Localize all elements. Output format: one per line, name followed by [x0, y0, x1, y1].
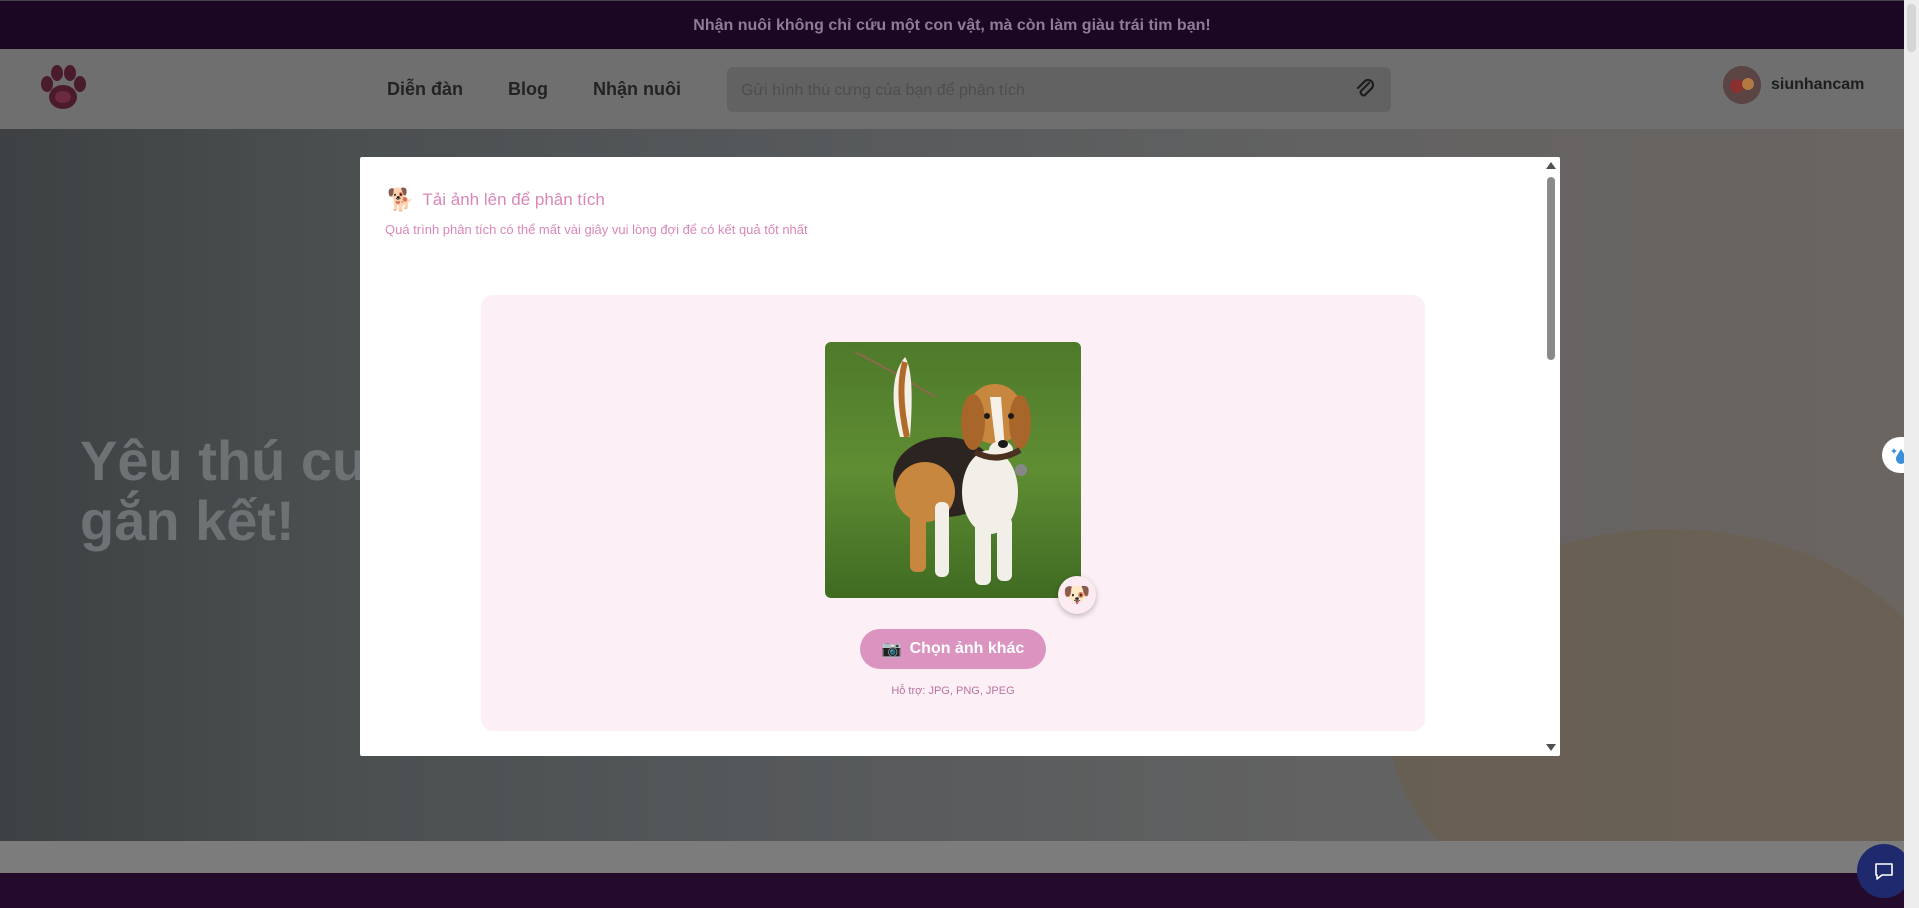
- modal-scrollbar[interactable]: [1542, 157, 1560, 756]
- nav-adopt[interactable]: Nhận nuôi: [593, 49, 681, 129]
- scroll-up-icon[interactable]: [1546, 162, 1556, 169]
- paperclip-icon[interactable]: [1353, 77, 1377, 101]
- search-input[interactable]: [739, 67, 1343, 114]
- modal-subtitle: Quá trình phân tích có thể mất vài giây …: [385, 222, 808, 237]
- choose-another-image-button[interactable]: 📷 Chọn ảnh khác: [860, 629, 1046, 669]
- camera-icon: 📷: [881, 641, 902, 658]
- page-scrollbar[interactable]: [1904, 0, 1919, 908]
- choose-button-label: Chọn ảnh khác: [909, 640, 1025, 657]
- upload-modal: 🐕 Tải ảnh lên để phân tích Quá trình phâ…: [360, 157, 1560, 756]
- username: siunhancam: [1771, 76, 1865, 93]
- modal-header: 🐕 Tải ảnh lên để phân tích: [387, 187, 605, 213]
- banner-text: Nhận nuôi không chỉ cứu một con vật, mà …: [693, 16, 1211, 34]
- dog-icon: 🐕: [387, 187, 415, 212]
- site-header: Diễn đàn Blog Nhận nuôi siunhancam: [0, 49, 1904, 129]
- user-menu[interactable]: siunhancam: [1723, 66, 1864, 104]
- search-bar: [727, 67, 1391, 114]
- paw-logo-icon[interactable]: [37, 64, 89, 114]
- scroll-down-icon[interactable]: [1546, 744, 1556, 751]
- supported-formats: Hỗ trợ: JPG, PNG, JPEG: [891, 685, 1015, 697]
- avatar: [1723, 66, 1761, 104]
- chat-icon: [1875, 863, 1893, 880]
- dog-face-icon: 🐶: [1058, 576, 1096, 614]
- announcement-banner: Nhận nuôi không chỉ cứu một con vật, mà …: [0, 0, 1904, 50]
- hero-title: Yêu thú cư gắn kết!: [80, 429, 373, 552]
- scrollbar-thumb[interactable]: [1547, 177, 1555, 360]
- nav-forum[interactable]: Diễn đàn: [387, 49, 463, 129]
- section-divider: [0, 841, 1904, 873]
- nav-blog[interactable]: Blog: [508, 49, 548, 129]
- page-scrollbar-thumb[interactable]: [1907, 4, 1916, 52]
- upload-area[interactable]: 🐶 📷 Chọn ảnh khác Hỗ trợ: JPG, PNG, JPEG: [481, 295, 1425, 731]
- footer: [0, 873, 1904, 908]
- uploaded-photo: [825, 342, 1081, 598]
- modal-title: Tải ảnh lên để phân tích: [422, 190, 605, 209]
- chat-button[interactable]: [1857, 844, 1911, 898]
